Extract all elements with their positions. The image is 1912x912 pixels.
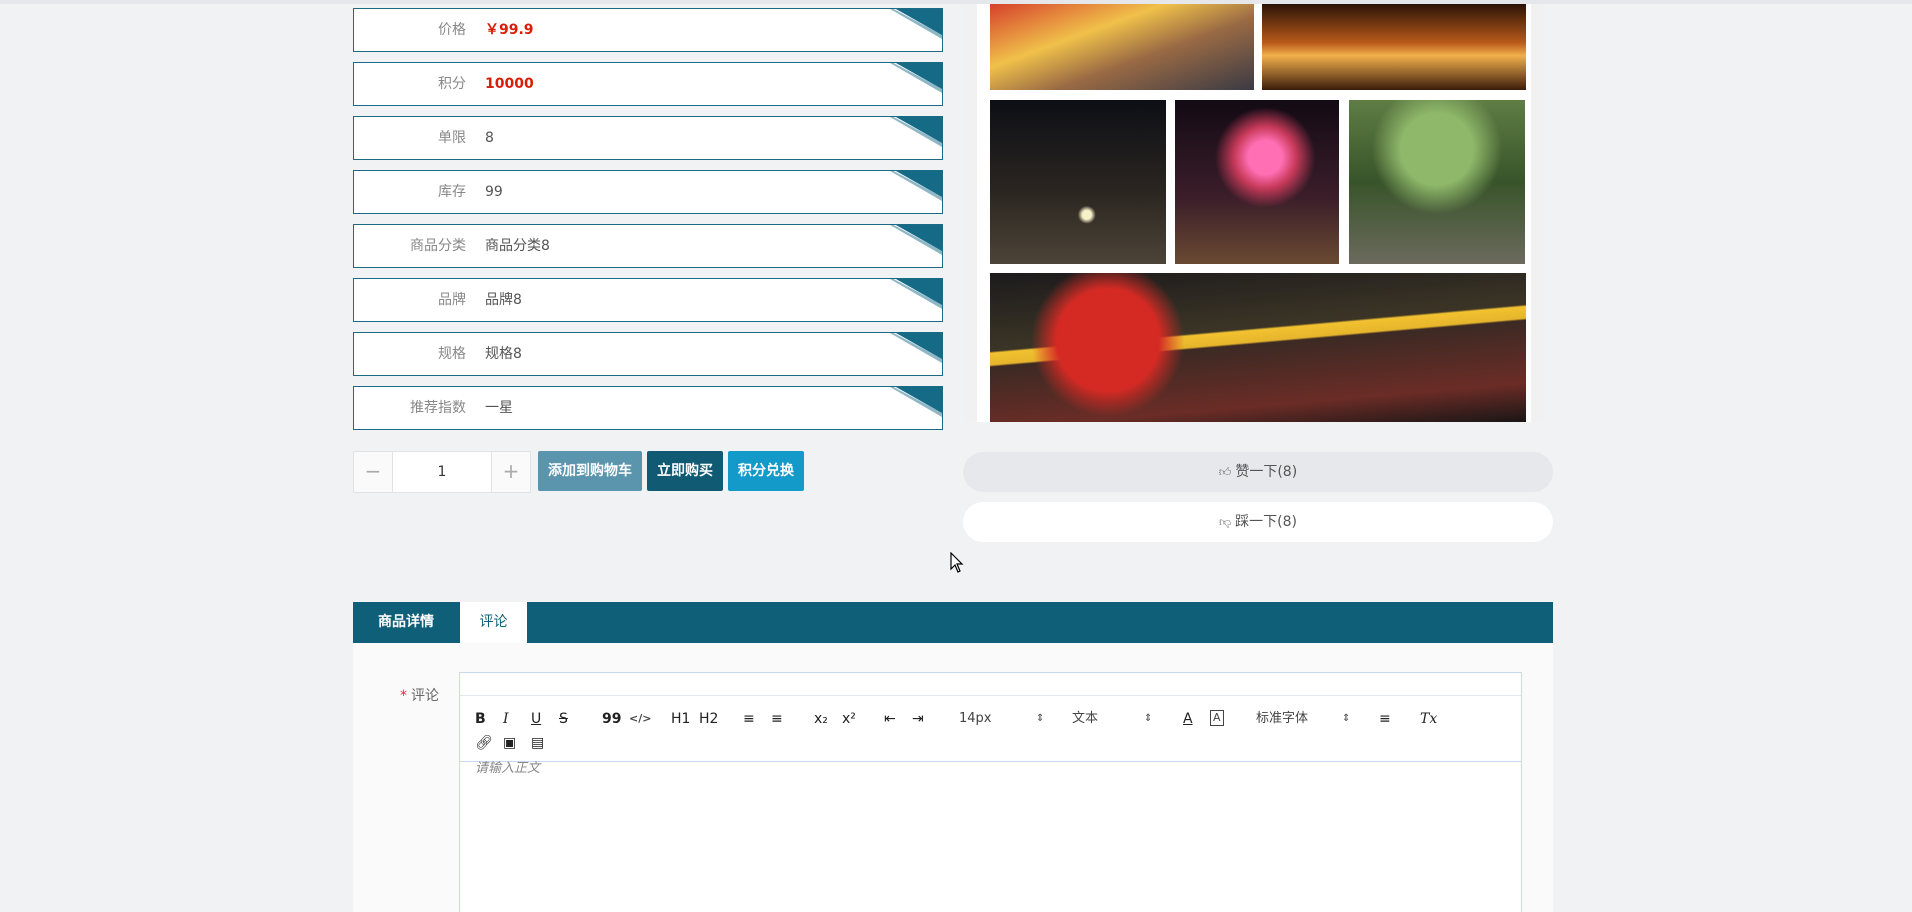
bold-button[interactable]: B — [475, 710, 486, 728]
align-button[interactable]: ≡ — [1379, 710, 1391, 728]
quantity-decrease-button[interactable]: − — [354, 452, 392, 492]
gallery-edge — [963, 4, 977, 422]
underline-button[interactable]: U — [531, 710, 541, 728]
mouse-cursor-icon — [950, 552, 964, 573]
info-value: 商品分类8 — [485, 238, 550, 254]
italic-button[interactable]: I — [503, 710, 509, 728]
heading1-button[interactable]: H1 — [671, 710, 690, 728]
corner-decoration — [896, 333, 942, 359]
editor-top-bar — [460, 673, 1521, 696]
info-value: 一星 — [485, 400, 513, 416]
info-row: 推荐指数 一星 — [353, 386, 943, 430]
product-photo — [1175, 100, 1339, 264]
info-value: ￥99.9 — [485, 22, 534, 38]
points-exchange-button[interactable]: 积分兑换 — [728, 451, 804, 491]
dislike-label: 踩一下(8) — [1235, 514, 1298, 530]
quantity-input[interactable]: 1 — [392, 452, 492, 492]
product-photo — [1349, 100, 1525, 264]
font-size-dropdown-icon[interactable]: ⇕ — [1036, 710, 1044, 728]
required-mark: * — [400, 688, 407, 704]
add-to-cart-button[interactable]: 添加到购物车 — [538, 451, 642, 491]
info-label: 单限 — [438, 130, 466, 146]
info-label: 积分 — [438, 76, 466, 92]
top-divider — [0, 0, 1912, 4]
buy-now-button[interactable]: 立即购买 — [647, 451, 723, 491]
tab-product-details[interactable]: 商品详情 — [353, 602, 459, 643]
video-icon[interactable]: ▤ — [531, 734, 544, 752]
font-color-icon[interactable]: A — [1183, 710, 1193, 728]
info-label: 价格 — [438, 22, 466, 38]
heading2-button[interactable]: H2 — [699, 710, 718, 728]
ordered-list-button[interactable]: ≡ — [743, 710, 755, 728]
info-value: 品牌8 — [485, 292, 522, 308]
product-photo — [990, 4, 1254, 90]
info-value: 10000 — [485, 76, 534, 92]
info-label: 品牌 — [438, 292, 466, 308]
info-row: 价格 ￥99.9 — [353, 8, 943, 52]
info-label: 推荐指数 — [410, 400, 466, 416]
code-block-button[interactable]: </> — [629, 710, 651, 728]
info-value: 规格8 — [485, 346, 522, 362]
header-type-dropdown-icon[interactable]: ⇕ — [1144, 710, 1152, 728]
like-button[interactable]: 👍︎ 赞一下(8) — [963, 452, 1553, 492]
info-row: 库存 99 — [353, 170, 943, 214]
superscript-button[interactable]: x² — [842, 710, 856, 728]
indent-button[interactable]: ⇥ — [912, 710, 924, 728]
corner-decoration — [896, 279, 942, 305]
font-family-dropdown-icon[interactable]: ⇕ — [1342, 710, 1350, 728]
strikethrough-button[interactable]: S — [559, 710, 568, 728]
image-icon[interactable]: ▣ — [503, 734, 516, 752]
product-photo — [990, 273, 1526, 422]
corner-decoration — [896, 63, 942, 89]
product-photo — [990, 100, 1166, 264]
quantity-increase-button[interactable]: + — [492, 452, 530, 492]
editor-toolbar: B I U S 99 </> H1 H2 ≡ ≡ x₂ x² ⇤ ⇥ 14px … — [460, 696, 1521, 762]
font-size-select[interactable]: 14px — [959, 710, 992, 728]
font-family-select[interactable]: 标准字体 — [1256, 710, 1308, 728]
rich-text-editor[interactable]: B I U S 99 </> H1 H2 ≡ ≡ x₂ x² ⇤ ⇥ 14px … — [459, 672, 1522, 912]
header-type-select[interactable]: 文本 — [1072, 710, 1098, 728]
background-color-icon[interactable]: A — [1210, 710, 1224, 726]
info-row: 单限 8 — [353, 116, 943, 160]
comment-label-text: 评论 — [411, 688, 439, 704]
thumbs-up-icon: 👍︎ — [1218, 465, 1232, 479]
dislike-button[interactable]: 👎︎ 踩一下(8) — [963, 502, 1553, 542]
corner-decoration — [896, 171, 942, 197]
info-label: 规格 — [438, 346, 466, 362]
info-row: 品牌 品牌8 — [353, 278, 943, 322]
info-row: 商品分类 商品分类8 — [353, 224, 943, 268]
subscript-button[interactable]: x₂ — [814, 710, 828, 728]
outdent-button[interactable]: ⇤ — [884, 710, 896, 728]
product-info-list: 价格 ￥99.9 积分 10000 单限 8 库存 99 商品分类 商品分类8 品牌 品牌8 规格 规格8… — [353, 8, 943, 440]
link-icon[interactable]: 🔗︎ — [475, 734, 493, 752]
product-photo — [1262, 4, 1526, 90]
corner-decoration — [896, 225, 942, 251]
corner-decoration — [896, 387, 942, 413]
thumbs-down-icon: 👎︎ — [1218, 515, 1232, 529]
detail-tab-bar: 商品详情 评论 — [353, 602, 1553, 643]
quantity-stepper[interactable]: − 1 + — [353, 451, 531, 493]
info-value: 8 — [485, 130, 494, 146]
gallery-edge — [1531, 4, 1543, 422]
blockquote-button[interactable]: 99 — [602, 710, 621, 728]
editor-placeholder: 请输入正文 — [475, 761, 541, 776]
info-row: 规格 规格8 — [353, 332, 943, 376]
clear-format-button[interactable]: Tx — [1420, 710, 1437, 728]
info-label: 商品分类 — [410, 238, 466, 254]
info-value: 99 — [485, 184, 503, 200]
bullet-list-button[interactable]: ≡ — [771, 710, 783, 728]
corner-decoration — [896, 9, 942, 35]
tab-comments[interactable]: 评论 — [460, 602, 527, 643]
info-row: 积分 10000 — [353, 62, 943, 106]
corner-decoration — [896, 117, 942, 143]
like-label: 赞一下(8) — [1235, 464, 1298, 480]
info-label: 库存 — [438, 184, 466, 200]
product-image-panel — [963, 4, 1543, 422]
comment-field-label: * 评论 — [400, 685, 439, 705]
